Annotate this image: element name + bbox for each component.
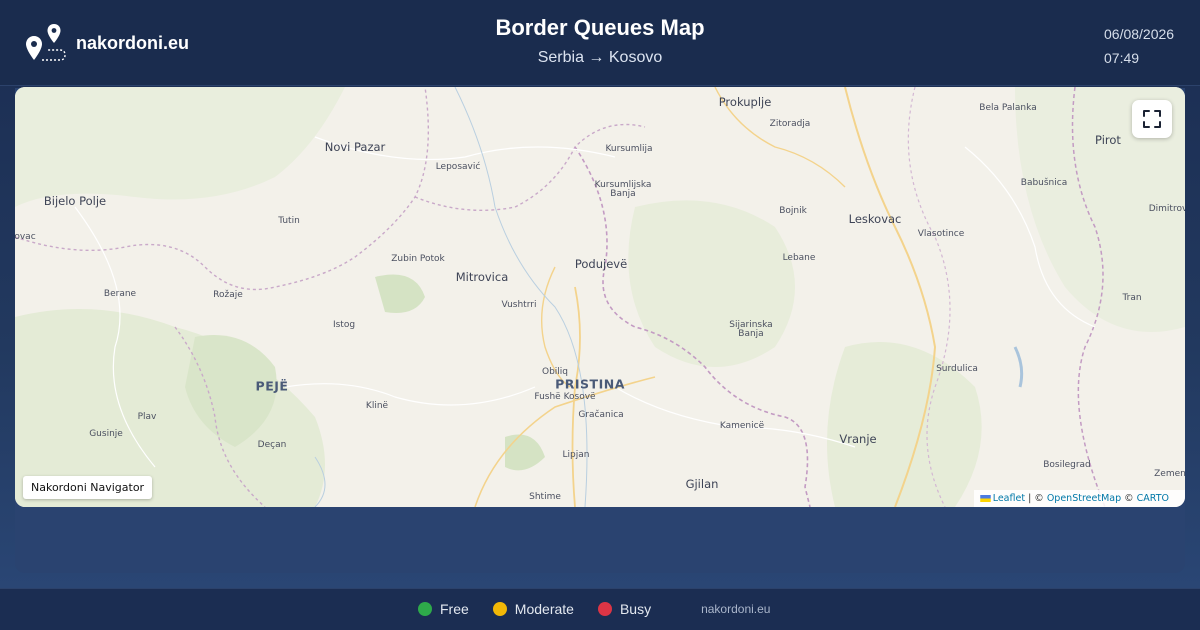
place-label: Lipjan — [562, 450, 590, 460]
place-label: ovac — [15, 232, 36, 242]
busy-status-dot — [597, 602, 612, 616]
page-title: Border Queues Map — [495, 15, 705, 40]
place-label: Leposavić — [435, 162, 481, 172]
legend-item-moderate: Moderate — [492, 601, 574, 617]
place-label: Pirot — [1095, 133, 1121, 147]
place-label: Surdulica — [936, 364, 978, 374]
place-label: Vushtrri — [501, 300, 537, 310]
place-label: Bojnik — [779, 206, 807, 216]
place-label: Plav — [137, 412, 157, 422]
place-label: Zubin Potok — [391, 254, 445, 264]
fullscreen-button[interactable] — [1132, 100, 1172, 138]
place-label: Deçan — [257, 440, 287, 450]
map-view[interactable]: Prokuplje Bela Palanka Zitoradja Pirot N… — [15, 87, 1185, 507]
legend-label: Free — [440, 601, 469, 617]
place-label: Klinë — [365, 401, 389, 411]
legend: Free Moderate Busy nakordoni.eu — [418, 601, 770, 617]
datetime: 06/08/2026 07:49 — [1104, 22, 1176, 70]
place-label: Prokuplje — [718, 95, 772, 109]
moderate-status-dot — [492, 602, 507, 616]
place-label: Shtime — [529, 492, 561, 502]
place-label: Leskovac — [848, 212, 902, 226]
place-label: PEJË — [255, 378, 289, 394]
place-label: Zemen — [1154, 469, 1185, 479]
osm-link[interactable]: OpenStreetMap — [1047, 493, 1121, 504]
place-label: Gračanica — [578, 410, 624, 420]
site-link[interactable]: nakordoni.eu — [701, 602, 770, 616]
place-label: Kursumlija — [605, 144, 653, 154]
map-attribution: Leaflet | © OpenStreetMap © CARTO — [973, 490, 1185, 507]
leaflet-link[interactable]: Leaflet — [993, 493, 1025, 504]
place-label: Dimitrov — [1148, 204, 1185, 214]
ukraine-flag-icon — [979, 495, 991, 502]
free-status-dot — [418, 602, 432, 616]
place-label: Tutin — [278, 216, 300, 226]
place-label: Istog — [332, 320, 356, 330]
place-label: Vlasotince — [917, 229, 965, 239]
route-subtitle: Serbia → Kosovo — [537, 49, 663, 66]
attribution-separator: | © — [1025, 493, 1047, 504]
place-label: Bela Palanka — [979, 103, 1037, 113]
place-label: Podujevë — [574, 257, 628, 271]
legend-item-free: Free — [418, 601, 469, 617]
place-label: Bijelo Polje — [43, 194, 107, 208]
fullscreen-icon — [1143, 110, 1161, 128]
legend-label: Busy — [619, 601, 652, 617]
time-text: 07:49 — [1104, 50, 1140, 66]
header: nakordoni.eu Border Queues Map Serbia → … — [0, 0, 1200, 86]
place-label: Mitrovica — [455, 270, 509, 284]
navigator-label[interactable]: Nakordoni Navigator — [23, 476, 153, 499]
place-label: Vranje — [839, 432, 877, 446]
place-label: Fushë Kosovë — [534, 392, 596, 402]
place-label: Rožaje — [213, 290, 243, 300]
date-text: 06/08/2026 — [1104, 26, 1175, 42]
legend-item-busy: Busy — [597, 601, 652, 617]
place-label: Banja — [738, 329, 764, 339]
place-label: Novi Pazar — [324, 140, 386, 154]
legend-label: Moderate — [514, 601, 574, 617]
attribution-mid: © — [1121, 493, 1137, 504]
place-label: Zitoradja — [769, 119, 811, 129]
place-label: PRISTINA — [555, 376, 625, 392]
place-label: Banja — [610, 189, 636, 199]
place-label: Bosilegrad — [1043, 460, 1091, 470]
place-label: Berane — [103, 289, 137, 299]
place-label: Babušnica — [1020, 178, 1068, 188]
footer: Free Moderate Busy nakordoni.eu — [0, 588, 1200, 630]
place-label: Gjilan — [685, 477, 719, 491]
carto-link[interactable]: CARTO — [1137, 493, 1169, 504]
place-label: Tran — [1122, 293, 1142, 303]
place-label: Gusinje — [89, 429, 123, 439]
place-label: Obiliq — [541, 367, 569, 377]
title-block: Border Queues Map Serbia → Kosovo — [0, 15, 1200, 67]
place-label: Lebane — [782, 253, 816, 263]
map-base-layer — [15, 87, 1185, 507]
place-label: Kamenicë — [719, 421, 765, 431]
